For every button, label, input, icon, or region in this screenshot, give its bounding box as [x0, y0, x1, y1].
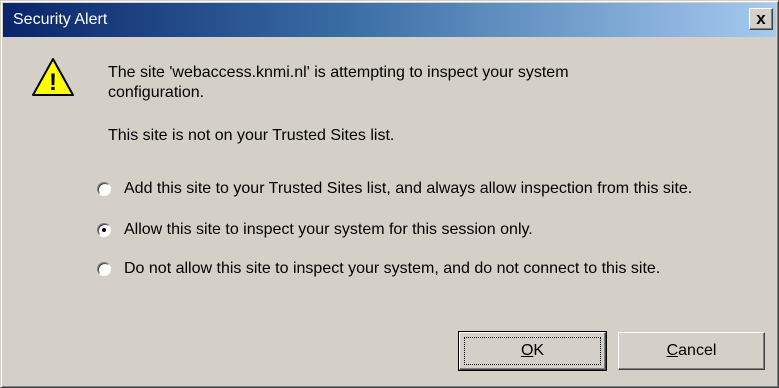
warning-icon: ! [31, 57, 75, 97]
message-line-1: The site 'webaccess.knmi.nl' is attempti… [108, 64, 569, 81]
radio-selected-dot [102, 228, 106, 232]
option-always-allow-label[interactable]: Add this site to your Trusted Sites list… [124, 179, 692, 199]
cancel-label-rest: ancel [678, 342, 717, 359]
radio-session-only[interactable] [97, 223, 111, 237]
ok-button[interactable]: OK [458, 331, 607, 371]
close-icon: x [756, 9, 766, 28]
window-title: Security Alert [13, 11, 108, 28]
message-line-2: configuration. [108, 84, 205, 101]
security-alert-dialog: Security Alert x ! The site 'webaccess.k… [0, 0, 779, 388]
focus-rectangle [464, 337, 601, 365]
radio-always-allow[interactable] [97, 182, 111, 196]
trusted-sites-notice: This site is not on your Trusted Sites l… [108, 127, 395, 144]
cancel-mnemonic: C [666, 342, 679, 359]
option-do-not-allow-label[interactable]: Do not allow this site to inspect your s… [124, 259, 660, 279]
warning-glyph: ! [49, 69, 57, 96]
title-bar[interactable]: Security Alert x [3, 3, 776, 37]
close-button[interactable]: x [749, 8, 773, 30]
radio-do-not-allow[interactable] [97, 262, 111, 276]
cancel-button[interactable]: Cancel [618, 332, 765, 370]
option-session-only-label[interactable]: Allow this site to inspect your system f… [124, 220, 533, 240]
